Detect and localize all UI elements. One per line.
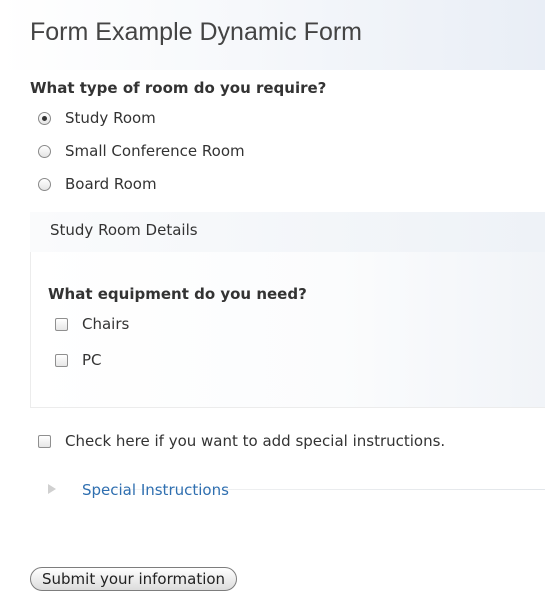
- checkbox-option-pc[interactable]: PC: [55, 351, 102, 369]
- checkbox-label: PC: [82, 351, 102, 369]
- checkbox[interactable]: [55, 353, 68, 367]
- radio-label: Small Conference Room: [65, 142, 245, 160]
- triangle-right-icon[interactable]: [48, 484, 56, 494]
- fieldset-legend: Study Room Details: [50, 221, 198, 239]
- checkbox-label: Chairs: [82, 315, 130, 333]
- radio-label: Board Room: [65, 175, 157, 193]
- special-instructions-toggle[interactable]: Check here if you want to add special in…: [38, 432, 445, 450]
- checkbox[interactable]: [55, 317, 68, 331]
- checkbox-label: Check here if you want to add special in…: [65, 432, 446, 450]
- checkbox-option-chairs[interactable]: Chairs: [55, 315, 129, 333]
- radio-button[interactable]: [38, 177, 51, 191]
- equipment-question: What equipment do you need?: [48, 285, 307, 303]
- radio-option-study-room[interactable]: Study Room: [38, 109, 156, 127]
- radio-selected-dot: [42, 115, 47, 121]
- room-type-question: What type of room do you require?: [30, 79, 327, 97]
- special-instructions-link[interactable]: Special Instructions: [82, 481, 229, 499]
- radio-option-small-conference-room[interactable]: Small Conference Room: [38, 142, 245, 160]
- submit-button[interactable]: Submit your information: [30, 567, 238, 591]
- radio-button[interactable]: [38, 111, 51, 125]
- radio-button[interactable]: [38, 144, 51, 158]
- radio-option-board-room[interactable]: Board Room: [38, 175, 157, 193]
- radio-label: Study Room: [65, 109, 156, 127]
- checkbox[interactable]: [38, 434, 51, 448]
- form-title: Form Example Dynamic Form: [30, 18, 362, 46]
